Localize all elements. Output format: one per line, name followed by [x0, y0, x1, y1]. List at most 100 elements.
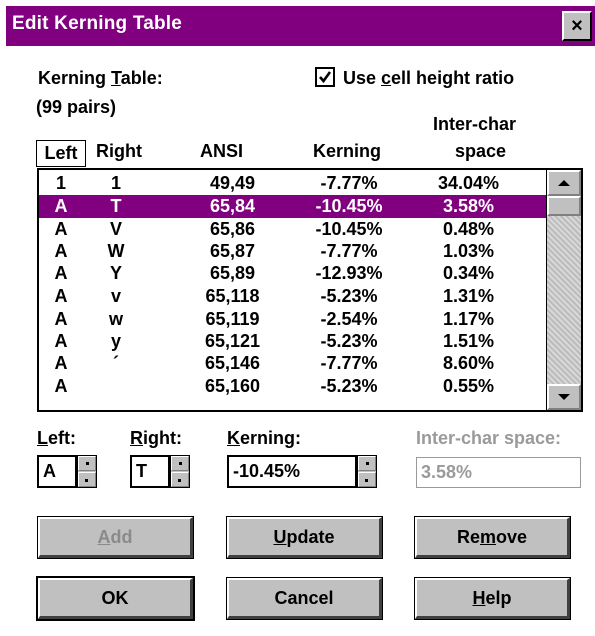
title-bar: Edit Kerning Table ×: [6, 6, 595, 46]
cell-inter: 1.51%: [442, 331, 495, 351]
table-row[interactable]: Ay 65,121 -5.23% 1.51%: [39, 330, 546, 353]
table-row[interactable]: A W 65,87 -7.77% 1.03%: [39, 240, 546, 263]
table-row[interactable]: 1 1 49,49 -7.77% 34.04%: [39, 172, 546, 195]
cell-ansi: 65,119: [205, 309, 260, 329]
cell-kerning: -10.45%: [315, 219, 383, 239]
left-char-spinner[interactable]: [77, 455, 97, 488]
column-header-kerning: Kerning: [313, 141, 382, 161]
kerning-pairs-list[interactable]: 1 1 49,49 -7.77% 34.04% A T 65,84 -10.45% 3.58% A V…: [37, 168, 583, 412]
cell-kerning: -7.77%: [320, 241, 378, 261]
cell-inter: 0.48%: [442, 219, 495, 239]
cell-right: T: [110, 196, 122, 216]
column-header-space: space: [455, 141, 507, 161]
table-row[interactable]: Av 65,118 -5.23% 1.31%: [39, 285, 546, 308]
cell-right: y: [110, 331, 121, 351]
column-header-ansi: ANSI: [200, 141, 244, 161]
cell-inter: 34.04%: [437, 173, 500, 193]
cell-kerning: -5.23%: [320, 286, 378, 306]
scroll-up-arrow-icon: [558, 180, 570, 186]
cell-left: A: [54, 353, 68, 373]
cell-right: V: [109, 219, 122, 239]
close-button[interactable]: ×: [562, 11, 592, 41]
spin-down-icon: [178, 479, 181, 482]
left-spin-down[interactable]: [78, 472, 96, 487]
cell-ansi: 65,118: [205, 286, 260, 306]
cell-ansi: 65,121: [204, 331, 261, 351]
dialog-title: Edit Kerning Table: [12, 13, 183, 34]
column-header-inter-char: Inter-char: [433, 114, 517, 134]
cell-right: w: [108, 309, 123, 329]
cell-left: A: [54, 263, 68, 283]
update-button[interactable]: Update: [226, 516, 383, 559]
spin-down-icon: [365, 479, 368, 482]
remove-button[interactable]: Remove: [414, 516, 571, 559]
cell-ansi: 65,146: [204, 353, 261, 373]
cancel-button[interactable]: Cancel: [226, 577, 383, 620]
cell-kerning: -7.77%: [320, 353, 378, 373]
kerning-label: Kerning:: [227, 428, 301, 448]
cell-kerning: -5.23%: [320, 331, 378, 351]
cell-inter: 8.60%: [442, 353, 495, 373]
cell-right: [101, 375, 131, 398]
cell-inter: 3.58%: [442, 196, 495, 216]
use-cell-height-label[interactable]: Use cell height ratio: [343, 68, 514, 89]
cell-left: A: [54, 286, 68, 306]
scroll-up-button[interactable]: [547, 170, 581, 196]
table-row[interactable]: A T 65,84 -10.45% 3.58%: [39, 195, 546, 218]
cell-ansi: 65,89: [209, 263, 256, 283]
right-char-spinner[interactable]: [170, 455, 190, 488]
cell-kerning: -5.23%: [320, 376, 378, 396]
table-row[interactable]: A 65,160 -5.23% 0.55%: [39, 375, 546, 398]
spin-up-icon: [86, 462, 89, 465]
kerning-spin-down[interactable]: [358, 472, 376, 487]
left-spin-up[interactable]: [78, 456, 96, 471]
spin-up-icon: [366, 462, 369, 465]
table-row[interactable]: A Y 65,89 -12.93% 0.34%: [39, 262, 546, 285]
cell-right: v: [110, 286, 121, 306]
right-char-input[interactable]: T: [130, 455, 170, 488]
cell-ansi: 65,86: [209, 219, 256, 239]
kerning-input[interactable]: -10.45%: [227, 455, 357, 488]
kerning-table-label: Kerning Table:: [38, 68, 163, 88]
kerning-spin-up[interactable]: [358, 456, 376, 471]
cell-kerning: -12.93%: [315, 263, 383, 283]
use-cell-height-checkbox[interactable]: [315, 67, 335, 87]
cell-right: 1: [110, 173, 121, 193]
edit-kerning-dialog: Edit Kerning Table × Kerning Table: (99 …: [0, 0, 595, 636]
cell-kerning: -7.77%: [320, 173, 378, 193]
spin-up-icon: [179, 462, 182, 465]
table-row[interactable]: Aw 65,119 -2.54% 1.17%: [39, 308, 546, 331]
cell-right: W: [107, 241, 125, 261]
vertical-scrollbar[interactable]: [546, 170, 581, 410]
ok-button[interactable]: OK: [36, 576, 195, 621]
cell-left: A: [54, 241, 68, 261]
cell-inter: 0.55%: [442, 376, 495, 396]
scroll-down-button[interactable]: [547, 384, 581, 410]
help-button[interactable]: Help: [414, 577, 571, 620]
cell-left: A: [54, 309, 68, 329]
cell-ansi: 49,49: [209, 173, 256, 193]
cell-inter: 0.34%: [442, 263, 495, 283]
scroll-thumb[interactable]: [547, 196, 581, 216]
cell-right: Y: [109, 263, 122, 283]
cell-ansi: 65,87: [209, 241, 256, 261]
cell-left: 1: [55, 173, 66, 193]
cell-right: ´: [113, 353, 119, 373]
close-icon: ×: [571, 15, 583, 37]
cell-left: A: [54, 331, 68, 351]
table-row[interactable]: A ´ 65,146 -7.77% 8.60%: [39, 352, 546, 375]
right-spin-down[interactable]: [171, 472, 189, 487]
left-char-input[interactable]: A: [37, 455, 77, 488]
right-label: Right:: [130, 428, 182, 448]
right-spin-up[interactable]: [171, 456, 189, 471]
kerning-spinner[interactable]: [357, 455, 377, 488]
left-label: Left:: [37, 428, 76, 448]
inter-char-label: Inter-char space:: [416, 428, 562, 448]
table-row[interactable]: A V 65,86 -10.45% 0.48%: [39, 218, 546, 241]
cell-left: A: [54, 376, 68, 396]
column-header-right: Right: [96, 141, 142, 161]
check-icon: [319, 71, 332, 84]
cell-left: A: [54, 196, 68, 216]
column-header-left[interactable]: Left: [36, 140, 86, 167]
cell-kerning: -2.54%: [320, 309, 378, 329]
